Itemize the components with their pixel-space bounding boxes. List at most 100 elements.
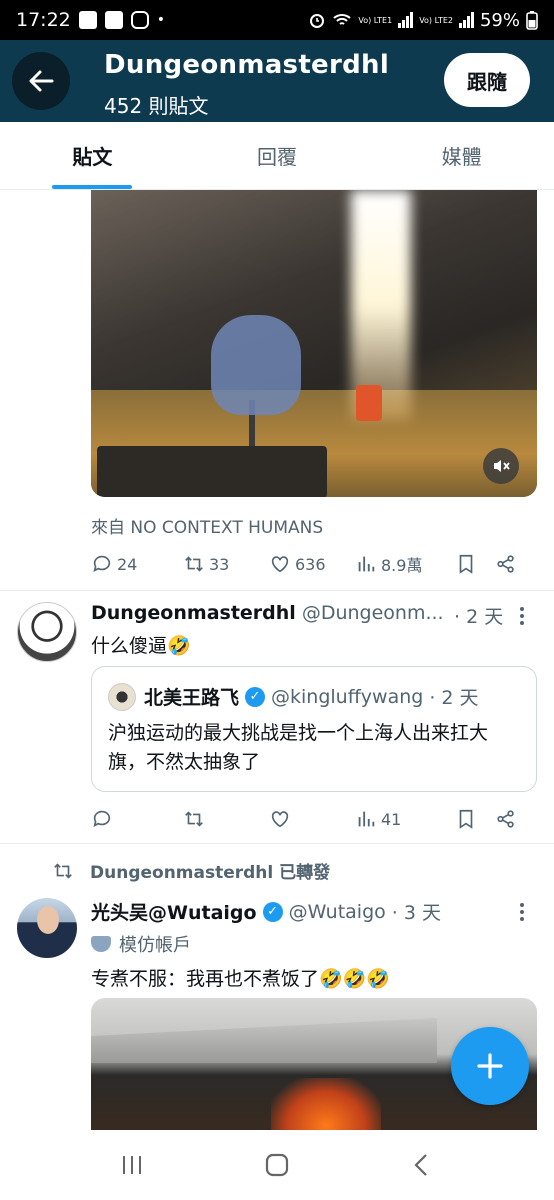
retweet-icon — [185, 811, 203, 827]
retweet-count: 33 — [209, 554, 230, 574]
post-time: · 3 天 — [391, 902, 441, 924]
arrow-left-icon — [29, 70, 54, 92]
quoted-tweet[interactable]: 北美王路飞 ✓ @kingluffywang · 2 天 沪独运动的最大挑战是找… — [91, 666, 537, 792]
speaker-muted-icon — [494, 460, 510, 472]
like-count: 636 — [295, 554, 326, 574]
avatar[interactable] — [17, 898, 77, 958]
follow-button[interactable]: 跟隨 — [444, 53, 530, 107]
chevron-left-icon — [414, 1154, 427, 1176]
profile-tabs: 貼文 回覆 媒體 — [0, 122, 554, 190]
parody-label: 模仿帳戶 — [91, 931, 191, 957]
reply-button[interactable] — [91, 808, 183, 830]
verified-badge-icon: ✓ — [245, 686, 266, 707]
lte2-label: Vo) LTE2 — [419, 15, 453, 25]
author-handle[interactable]: @Wutaigo — [289, 901, 386, 923]
reply-icon — [93, 810, 111, 827]
gallery-icon — [78, 11, 97, 29]
quote-author-handle: @kingluffywang — [271, 685, 424, 708]
author-handle[interactable]: @Dungeonm... — [302, 602, 444, 624]
instagram-icon — [130, 11, 149, 29]
signal1-icon — [398, 12, 414, 28]
compose-button[interactable] — [451, 1027, 529, 1105]
divider — [0, 590, 554, 591]
post-author-line: 光头吴@Wutaigo ✓ @Wutaigo · 3 天 — [91, 898, 511, 925]
heart-icon — [271, 811, 289, 828]
quote-avatar — [108, 683, 136, 711]
view-count: 41 — [381, 809, 402, 829]
home-button[interactable] — [252, 1140, 302, 1190]
lte1-label: Vo) LTE1 — [358, 15, 393, 25]
views-button[interactable]: 8.9萬 — [355, 552, 455, 576]
bookmark-icon — [459, 809, 473, 829]
views-button[interactable]: 41 — [355, 808, 455, 830]
profile-name: Dungeonmasterdhl — [104, 50, 390, 80]
like-button[interactable]: 636 — [269, 553, 355, 575]
wifi-icon — [333, 14, 352, 25]
tweet-text: 专煮不服：我再也不煮饭了🤣🤣🤣 — [91, 968, 390, 990]
home-icon — [265, 1153, 289, 1177]
author-name[interactable]: 光头吴@Wutaigo — [91, 898, 257, 925]
like-button[interactable] — [269, 808, 355, 830]
divider — [0, 843, 554, 844]
mask-icon — [91, 936, 111, 952]
tab-posts[interactable]: 貼文 — [0, 122, 185, 189]
quote-time: · 2 天 — [429, 687, 479, 709]
recents-icon — [123, 1156, 142, 1174]
share-button[interactable] — [495, 553, 525, 575]
verified-badge-icon: ✓ — [262, 901, 283, 922]
video-source[interactable]: 來自 NO CONTEXT HUMANS — [91, 513, 323, 538]
parody-label-text: 模仿帳戶 — [119, 935, 191, 956]
post-video[interactable] — [91, 190, 537, 497]
tweet-text: 什么傻逼🤣 — [91, 635, 191, 657]
views-icon — [358, 556, 375, 572]
post-author-line: Dungeonmasterdhl @Dungeonm... — [91, 602, 451, 624]
post-time: · 2 天 — [454, 606, 504, 628]
more-options-button[interactable] — [512, 604, 532, 628]
post-actions: 41 — [91, 804, 537, 834]
app-notification-icon — [104, 11, 123, 29]
plus-icon — [477, 1053, 503, 1079]
bookmark-button[interactable] — [455, 553, 495, 575]
system-nav-bar — [0, 1130, 554, 1200]
status-dot: • — [156, 12, 166, 28]
status-bar: 17:22 • Vo) LTE1 Vo) LTE2 59% — [0, 0, 554, 40]
retweet-icon — [54, 862, 72, 879]
profile-header: Dungeonmasterdhl 452 則貼文 跟隨 — [0, 40, 554, 122]
quote-text: 沪独运动的最大挑战是找一个上海人出来扛大旗，不然太抽象了 — [108, 722, 489, 773]
share-button[interactable] — [495, 808, 525, 830]
battery-icon — [526, 11, 538, 30]
avatar[interactable] — [17, 602, 77, 662]
mute-button[interactable] — [483, 448, 519, 484]
retweeted-by[interactable]: Dungeonmasterdhl 已轉發 — [52, 858, 330, 883]
retweeted-by-label: Dungeonmasterdhl 已轉發 — [90, 863, 331, 883]
reply-button[interactable]: 24 — [91, 553, 183, 575]
retweet-icon — [185, 556, 203, 572]
view-count: 8.9萬 — [381, 556, 423, 575]
timeline[interactable]: 來自 NO CONTEXT HUMANS 24 33 636 8.9萬 Dung… — [0, 190, 554, 1130]
signal2-icon — [458, 12, 474, 28]
battery-level: 59% — [479, 9, 520, 31]
bookmark-icon — [459, 554, 473, 574]
post-count: 452 則貼文 — [104, 94, 209, 118]
share-icon — [497, 810, 514, 828]
back-nav-button[interactable] — [397, 1140, 447, 1190]
retweet-button[interactable] — [183, 808, 269, 830]
retweet-button[interactable]: 33 — [183, 553, 269, 575]
post-actions: 24 33 636 8.9萬 — [91, 549, 537, 579]
heart-icon — [271, 556, 289, 573]
bookmark-button[interactable] — [455, 808, 495, 830]
alarm-icon — [310, 14, 325, 28]
quote-author-line: 北美王路飞 ✓ @kingluffywang · 2 天 — [144, 683, 479, 710]
more-options-button[interactable] — [512, 900, 532, 924]
share-icon — [497, 555, 514, 573]
author-name[interactable]: Dungeonmasterdhl — [91, 602, 296, 624]
quote-author-name: 北美王路飞 — [144, 687, 240, 709]
views-icon — [358, 811, 375, 827]
reply-icon — [93, 555, 111, 572]
back-button[interactable] — [12, 52, 70, 110]
tab-media[interactable]: 媒體 — [369, 122, 554, 189]
status-time: 17:22 — [16, 9, 71, 31]
tab-replies[interactable]: 回覆 — [185, 122, 370, 189]
recents-button[interactable] — [107, 1140, 157, 1190]
reply-count: 24 — [117, 554, 138, 574]
